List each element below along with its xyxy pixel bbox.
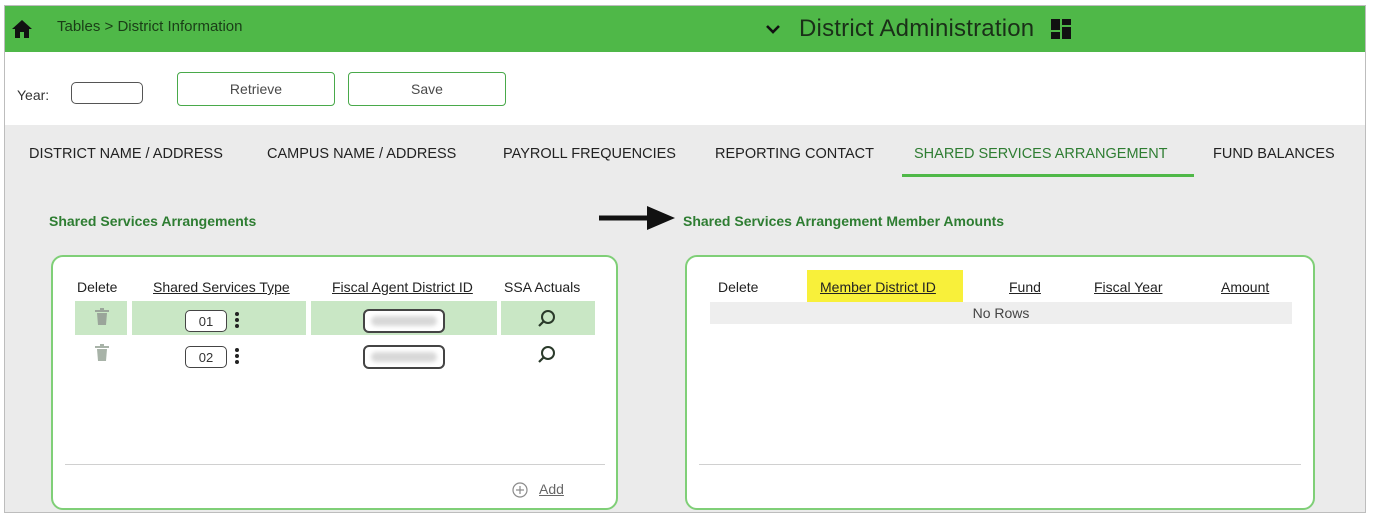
tab-reporting-contact[interactable]: REPORTING CONTACT [715,146,874,162]
shared-services-panel: Delete Shared Services Type Fiscal Agent… [51,255,618,510]
tab-shared-services-arrangement[interactable]: SHARED SERVICES ARRANGEMENT [914,146,1168,162]
trash-icon[interactable] [94,344,110,362]
column-header-delete: Delete [718,279,759,295]
chevron-down-icon[interactable] [765,22,781,36]
active-tab-indicator [902,174,1194,177]
toolbar: Year: Retrieve Save [5,52,1365,125]
kebab-menu-icon[interactable] [234,347,240,365]
main-content: DISTRICT NAME / ADDRESS CAMPUS NAME / AD… [5,125,1365,512]
year-input[interactable] [71,82,143,104]
add-link[interactable]: Add [539,481,564,497]
arrow-right-icon [599,206,675,230]
member-amounts-panel: Delete Member District ID Fund Fiscal Ye… [685,255,1315,510]
column-header-ssa-actuals: SSA Actuals [504,279,581,295]
grid-icon[interactable] [1050,18,1072,40]
tab-campus-name-address[interactable]: CAMPUS NAME / ADDRESS [267,146,456,162]
fiscal-agent-district-id-field[interactable] [363,309,445,333]
top-bar: Tables > District Information District A… [5,6,1365,52]
trash-icon[interactable] [94,308,110,326]
search-icon[interactable] [537,345,557,365]
column-header-shared-services-type[interactable]: Shared Services Type [153,279,290,295]
no-rows-text: No Rows [972,305,1030,321]
column-header-member-district-id[interactable]: Member District ID [820,279,936,295]
shared-services-type-field[interactable]: 01 [185,310,227,332]
column-header-fund[interactable]: Fund [1009,279,1041,295]
empty-row: No Rows [710,302,1292,324]
column-header-fiscal-agent-district-id[interactable]: Fiscal Agent District ID [332,279,473,295]
tab-payroll-frequencies[interactable]: PAYROLL FREQUENCIES [503,146,676,162]
column-header-delete: Delete [77,279,118,295]
column-header-fiscal-year[interactable]: Fiscal Year [1094,279,1162,295]
kebab-menu-icon[interactable] [234,311,240,329]
shared-services-arrangements-title: Shared Services Arrangements [49,213,257,229]
tab-bar: DISTRICT NAME / ADDRESS CAMPUS NAME / AD… [5,146,1365,176]
tab-district-name-address[interactable]: DISTRICT NAME / ADDRESS [29,146,223,162]
add-circle-icon[interactable] [512,482,528,498]
retrieve-button[interactable]: Retrieve [177,72,335,106]
shared-services-type-field[interactable]: 02 [185,346,227,368]
year-label: Year: [17,87,50,103]
panel-divider [699,464,1301,465]
member-amounts-title: Shared Services Arrangement Member Amoun… [683,213,1005,229]
breadcrumb[interactable]: Tables > District Information [57,18,243,35]
search-icon[interactable] [537,309,557,329]
panel-divider [65,464,605,465]
app-selector[interactable]: District Administration [765,12,1072,46]
home-icon[interactable] [11,19,33,39]
tab-fund-balances[interactable]: FUND BALANCES [1213,146,1335,162]
app-frame: Tables > District Information District A… [4,5,1366,513]
save-button[interactable]: Save [348,72,506,106]
column-header-amount[interactable]: Amount [1221,279,1269,295]
fiscal-agent-district-id-field[interactable] [363,345,445,369]
app-title: District Administration [799,15,1035,42]
